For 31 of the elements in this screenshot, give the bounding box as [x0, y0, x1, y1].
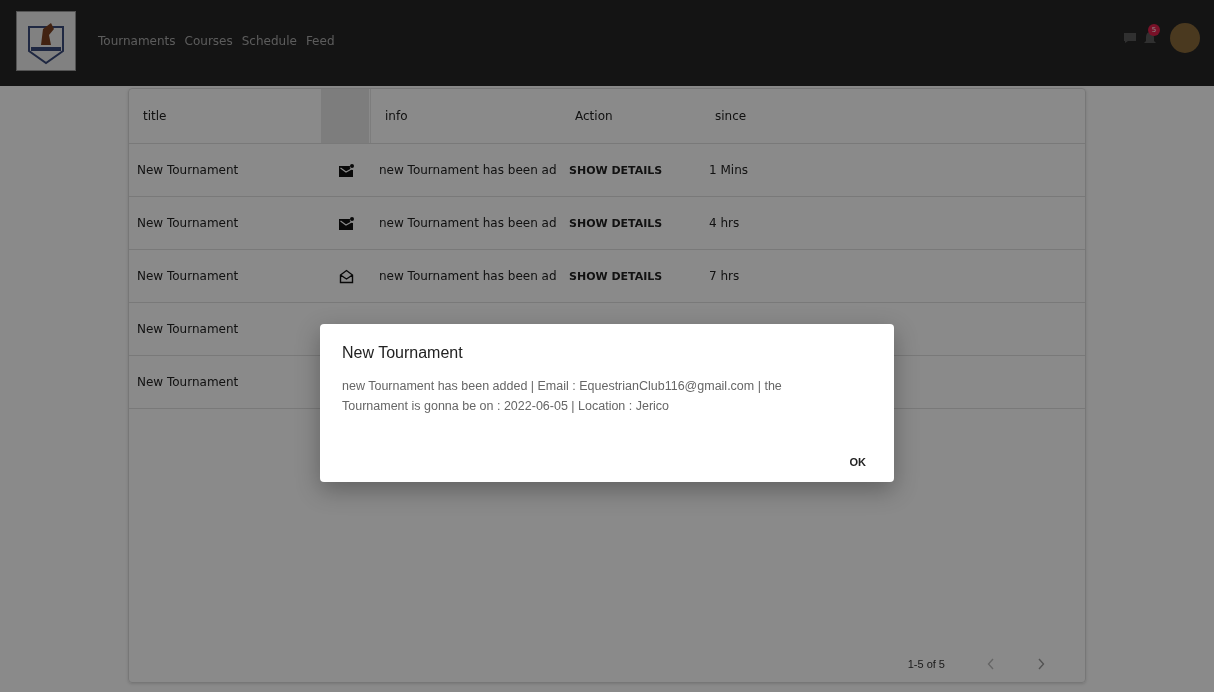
table-cell: New Tournament: [137, 163, 239, 177]
ok-button[interactable]: OK: [843, 452, 872, 472]
table-cell: New Tournament: [137, 216, 239, 230]
table-cell: 4 hrs: [709, 216, 740, 230]
column-header[interactable]: info: [385, 109, 408, 123]
chevron-left-icon[interactable]: [987, 658, 995, 670]
pagination-text: 1-5 of 5: [907, 658, 945, 670]
nav-link[interactable]: Tournaments: [98, 34, 176, 48]
chat-icon[interactable]: [1124, 33, 1136, 43]
table-cell: New Tournament: [137, 375, 239, 389]
nav-link[interactable]: Feed: [305, 34, 335, 48]
nav-link[interactable]: Schedule: [241, 34, 297, 48]
table-cell: 1 Mins: [709, 163, 748, 177]
table-cell: new Tournament has been ad: [379, 163, 557, 177]
dialog-message: new Tournament has been added | Email : EquestrianClub116@gmail.com | the Tournament is gonna be on : 2022-06-05 | Location : Jerico: [342, 378, 783, 415]
show-details-button[interactable]: SHOW DETAILS: [569, 267, 663, 285]
table-cell: New Tournament: [137, 322, 239, 336]
show-details-button[interactable]: SHOW DETAILS: [569, 161, 663, 179]
table-cell: new Tournament has been ad: [379, 269, 557, 283]
nav-link[interactable]: Courses: [184, 34, 233, 48]
column-header[interactable]: title: [143, 109, 167, 123]
table-cell: 7 hrs: [709, 269, 740, 283]
table-cell: new Tournament has been ad: [379, 216, 557, 230]
column-header[interactable]: since: [715, 109, 747, 123]
show-details-button[interactable]: SHOW DETAILS: [569, 214, 663, 232]
club-logo[interactable]: [16, 11, 76, 71]
chevron-right-icon[interactable]: [1037, 658, 1045, 670]
dialog-title: New Tournament: [342, 344, 464, 362]
column-header[interactable]: Action: [575, 109, 613, 123]
table-cell: New Tournament: [137, 269, 239, 283]
avatar[interactable]: [1170, 23, 1200, 53]
